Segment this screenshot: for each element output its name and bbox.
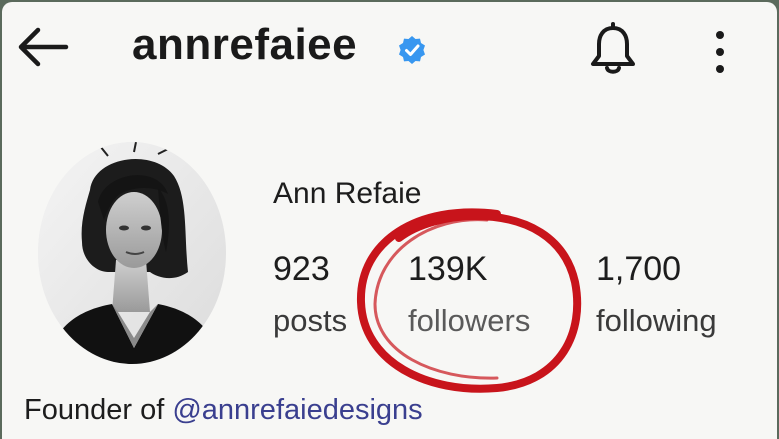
posts-count: 923 — [273, 250, 330, 288]
following-stat[interactable]: 1,700 following — [596, 249, 717, 341]
verified-badge-icon — [399, 36, 425, 64]
following-count: 1,700 — [596, 250, 682, 288]
profile-bio: Founder of @annrefaiedesigns — [24, 394, 423, 427]
profile-screen: annrefaiee Ann Refaie 923 posts 139K fol… — [2, 2, 777, 439]
following-label: following — [596, 303, 717, 338]
followers-label: followers — [408, 303, 531, 338]
profile-avatar[interactable] — [38, 142, 226, 364]
profile-username: annrefaiee — [132, 20, 358, 69]
bio-text: Founder of — [24, 394, 173, 426]
avatar-image — [38, 142, 226, 364]
profile-display-name: Ann Refaie — [273, 177, 422, 210]
more-vertical-icon — [716, 31, 724, 73]
followers-stat[interactable]: 139K followers — [408, 249, 530, 341]
followers-count: 139K — [408, 250, 488, 288]
notifications-button[interactable] — [587, 22, 639, 80]
more-options-button[interactable] — [702, 26, 738, 78]
posts-label: posts — [273, 303, 348, 338]
back-button[interactable] — [14, 22, 72, 72]
bio-mention-link[interactable]: @annrefaiedesigns — [172, 394, 422, 426]
bell-icon — [591, 22, 635, 74]
back-arrow-icon — [18, 27, 69, 67]
posts-stat[interactable]: 923 posts — [273, 249, 347, 341]
